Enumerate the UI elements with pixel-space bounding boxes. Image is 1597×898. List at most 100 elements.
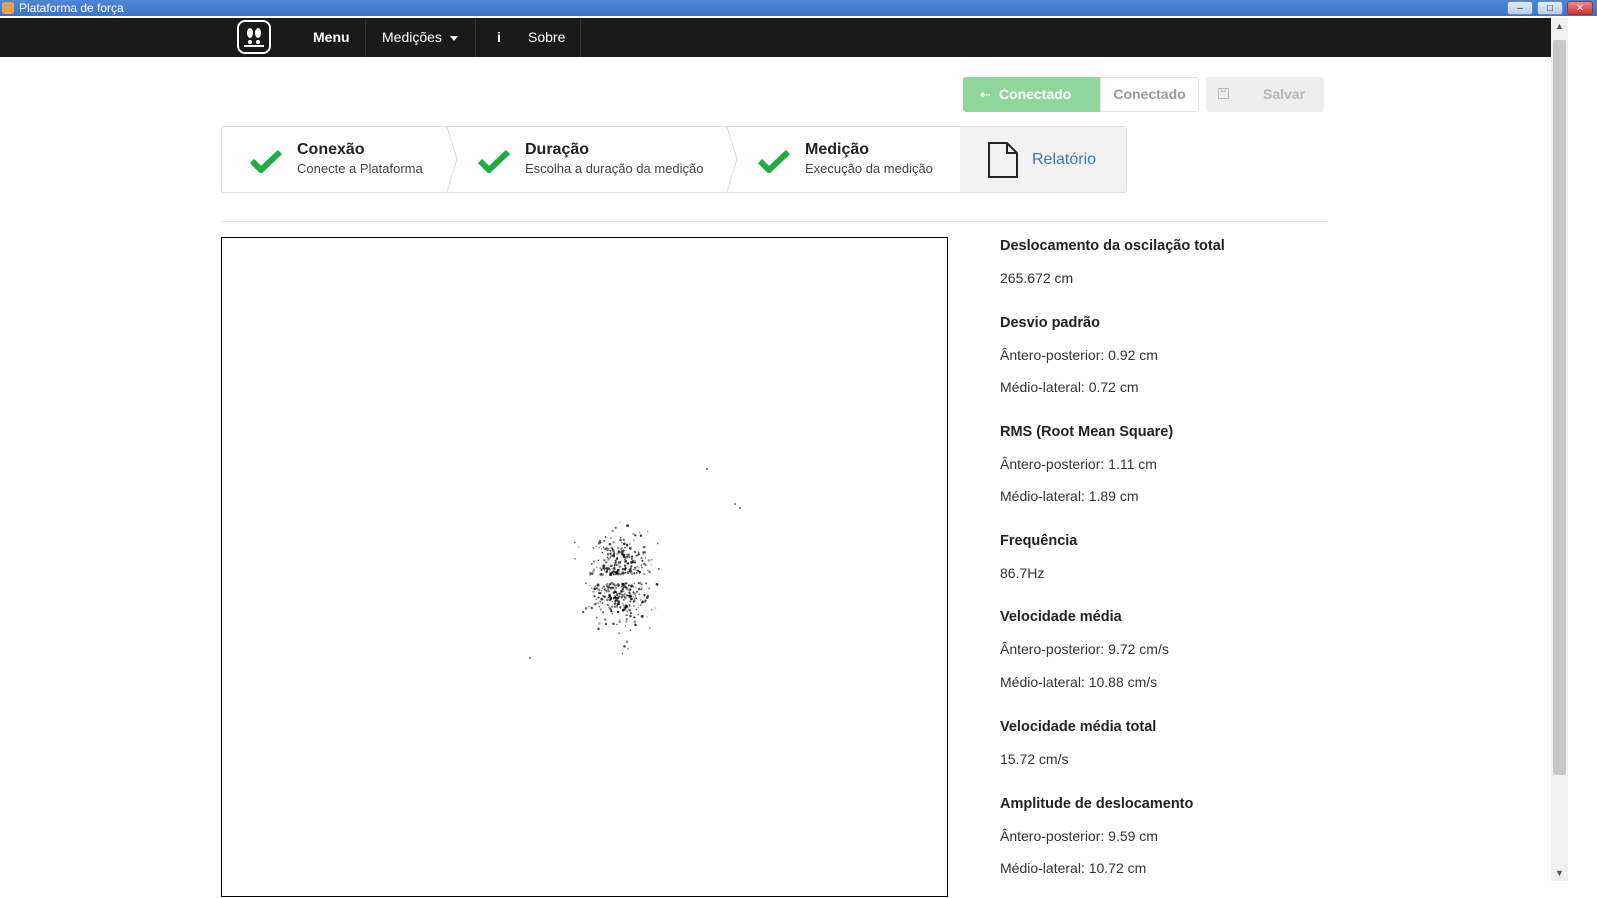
footprints-logo-icon[interactable] xyxy=(237,20,271,54)
save-button[interactable]: Salvar xyxy=(1206,77,1324,112)
sway-point xyxy=(637,606,639,609)
sway-point xyxy=(623,555,626,559)
sway-point xyxy=(616,594,619,597)
sway-point xyxy=(635,590,638,593)
sway-point xyxy=(632,600,635,603)
sway-point xyxy=(609,549,612,552)
results-panel: Deslocamento da oscilação total 265.672 … xyxy=(1000,236,1330,878)
sway-point xyxy=(621,602,624,605)
sway-point xyxy=(595,602,598,605)
sway-point xyxy=(629,611,633,615)
sway-point xyxy=(734,503,736,505)
close-window-button[interactable]: ✕ xyxy=(1567,1,1593,15)
sway-point xyxy=(634,534,637,537)
sway-point xyxy=(631,585,635,588)
sway-point xyxy=(626,614,628,616)
sway-point xyxy=(622,538,625,541)
checkmark-icon xyxy=(250,149,282,173)
scroll-up-arrow-icon[interactable]: ▲ xyxy=(1551,18,1568,34)
window-title: Plataforma de força xyxy=(19,1,124,15)
sway-point xyxy=(619,606,622,609)
sway-point xyxy=(590,563,593,565)
sway-point xyxy=(618,601,621,604)
sway-point xyxy=(613,573,615,576)
sway-point xyxy=(614,561,617,564)
sway-point xyxy=(607,590,611,593)
vertical-scrollbar[interactable]: ▲ ▼ xyxy=(1551,18,1568,881)
sway-point xyxy=(609,587,611,589)
sway-point xyxy=(584,607,588,610)
sway-point xyxy=(638,567,640,569)
sway-point xyxy=(615,563,618,566)
sway-point xyxy=(614,590,617,593)
sway-point xyxy=(582,610,585,614)
scroll-down-arrow-icon[interactable]: ▼ xyxy=(1551,865,1568,881)
maximize-button[interactable]: □ xyxy=(1537,1,1563,15)
sway-point xyxy=(629,629,632,632)
sway-point xyxy=(599,540,602,542)
info-icon: i xyxy=(497,29,501,45)
minimize-button[interactable]: – xyxy=(1507,1,1533,15)
sway-point xyxy=(620,593,623,596)
nav-measurements-dropdown[interactable]: Medições xyxy=(382,18,458,57)
save-button-label: Salvar xyxy=(1263,86,1306,102)
sway-point xyxy=(589,572,592,575)
sway-point xyxy=(615,596,618,599)
sway-point xyxy=(633,567,637,571)
sway-point xyxy=(633,561,637,564)
sway-point xyxy=(607,596,609,599)
sway-point xyxy=(620,537,622,539)
connected-button[interactable]: ⇠ Conectado xyxy=(963,77,1100,112)
nav-about[interactable]: Sobre xyxy=(528,18,565,57)
sway-point xyxy=(628,588,632,592)
sway-point xyxy=(573,541,576,544)
sway-point xyxy=(629,600,632,603)
sway-point xyxy=(626,524,629,527)
sway-point xyxy=(642,546,645,548)
sway-point xyxy=(628,543,631,545)
sway-point xyxy=(647,530,649,532)
sway-point xyxy=(612,622,615,626)
sway-point xyxy=(605,547,609,550)
sway-point xyxy=(599,600,602,603)
sway-point xyxy=(645,582,648,585)
sway-point xyxy=(625,618,628,621)
sway-point xyxy=(609,564,613,568)
sway-point xyxy=(611,600,614,603)
sway-point xyxy=(623,595,626,598)
sway-point xyxy=(595,545,597,548)
step-connection[interactable]: Conexão Conecte a Plataforma xyxy=(222,127,450,192)
sway-point xyxy=(574,558,576,560)
step-duration[interactable]: Duração Escolha a duração da medição xyxy=(450,127,730,192)
sway-point xyxy=(627,584,630,587)
sway-point xyxy=(592,560,596,563)
sway-point xyxy=(624,606,627,609)
scrollbar-thumb[interactable] xyxy=(1553,40,1566,775)
sway-point xyxy=(615,605,618,609)
sway-point xyxy=(639,604,642,606)
step-report[interactable]: Relatório xyxy=(960,127,1126,192)
sway-point xyxy=(624,559,628,563)
sway-point xyxy=(634,586,637,589)
step-measurement[interactable]: Medição Execução da medição xyxy=(730,127,960,192)
sway-point xyxy=(656,583,659,586)
sway-point xyxy=(605,583,608,586)
sway-point xyxy=(625,604,628,608)
sway-point xyxy=(617,550,620,553)
sway-point xyxy=(630,557,633,560)
sway-point xyxy=(648,570,651,574)
window-controls: – □ ✕ xyxy=(1503,0,1597,16)
sway-point xyxy=(643,551,647,554)
sway-point xyxy=(629,614,632,618)
step-description: Escolha a duração da medição xyxy=(525,161,704,176)
floppy-disk-icon xyxy=(1218,88,1229,99)
nav-menu[interactable]: Menu xyxy=(313,18,350,57)
sway-point xyxy=(628,609,632,612)
sway-point xyxy=(623,542,626,546)
sway-point xyxy=(619,560,622,563)
sway-point xyxy=(632,596,634,598)
sway-point xyxy=(599,567,602,570)
sway-point xyxy=(638,593,641,596)
sway-point xyxy=(588,605,590,608)
sway-point xyxy=(608,557,610,559)
